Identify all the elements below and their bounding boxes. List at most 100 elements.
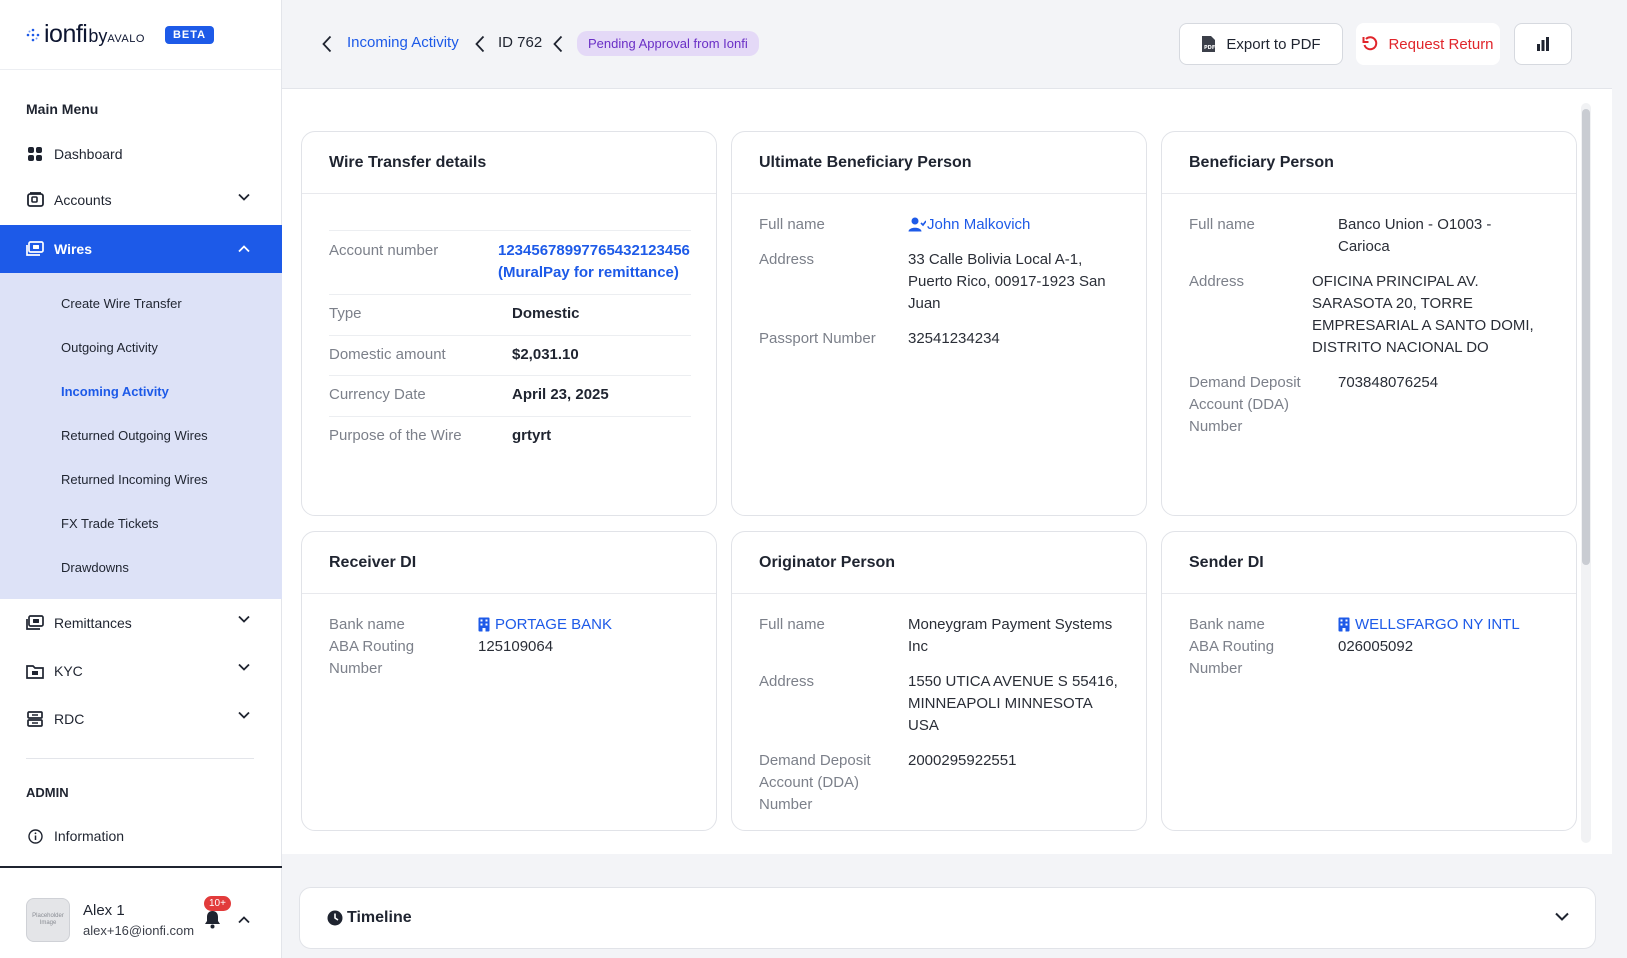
admin-title: ADMIN xyxy=(26,785,69,800)
chevron-up-icon[interactable] xyxy=(238,916,250,924)
clock-icon xyxy=(327,910,343,926)
bar-chart-icon xyxy=(1537,37,1549,51)
submenu-item-fx-trade[interactable]: FX Trade Tickets xyxy=(61,516,159,531)
inbox-icon xyxy=(26,710,44,728)
submenu-item-returned-incoming[interactable]: Returned Incoming Wires xyxy=(61,472,208,487)
aba-label-line-1: ABA Routing xyxy=(329,638,415,655)
type-value: Domestic xyxy=(512,305,580,322)
back-chevron-icon[interactable] xyxy=(322,35,332,53)
export-pdf-button[interactable]: PDF Export to PDF xyxy=(1179,23,1343,65)
sidebar-item-information[interactable]: Information xyxy=(0,814,282,858)
user-icon xyxy=(908,217,926,232)
chevron-down-icon xyxy=(238,615,250,623)
sidebar-item-accounts[interactable]: Accounts xyxy=(0,177,282,223)
scrollbar[interactable] xyxy=(1581,103,1591,843)
dda-value: 703848076254 xyxy=(1338,374,1439,391)
account-number-link[interactable]: 12345678997765432123456 xyxy=(498,240,690,262)
timeline-accordion[interactable]: Timeline xyxy=(299,887,1596,949)
wellsfargo-bank-link[interactable]: WELLSFARGO NY INTL xyxy=(1355,614,1520,636)
folder-icon xyxy=(26,662,44,680)
row-divider xyxy=(329,375,691,376)
sidebar-item-remittances[interactable]: Remittances xyxy=(0,599,282,647)
request-return-button[interactable]: Request Return xyxy=(1356,23,1500,65)
user-name: Alex 1 xyxy=(83,902,125,919)
breadcrumb-chevron-icon xyxy=(475,35,485,53)
wire-transfer-details-card: Wire Transfer details Account number 123… xyxy=(301,131,717,516)
aba-label-line-2: Number xyxy=(1189,660,1243,677)
scrollbar-thumb[interactable] xyxy=(1582,109,1590,565)
ultimate-beneficiary-card: Ultimate Beneficiary Person Full name Jo… xyxy=(731,131,1147,516)
address-line-2: SARASOTA 20, TORRE xyxy=(1312,295,1473,312)
card-title: Beneficiary Person xyxy=(1162,132,1576,194)
address-line-2: Puerto Rico, 00917-1923 San xyxy=(908,273,1106,290)
row-divider xyxy=(329,335,691,336)
sidebar-item-label: RDC xyxy=(54,711,85,727)
address-label: Address xyxy=(1189,273,1245,290)
dda-value: 2000295922551 xyxy=(908,752,1017,769)
brand-logo[interactable]: ionfi by AVALO BETA xyxy=(0,0,281,70)
dda-label-line-1: Demand Deposit xyxy=(1189,374,1301,391)
card-title: Sender DI xyxy=(1162,532,1576,594)
address-line-3: USA xyxy=(908,717,939,734)
chevron-down-icon xyxy=(238,193,250,201)
submenu-item-incoming[interactable]: Incoming Activity xyxy=(61,384,169,399)
analytics-button[interactable] xyxy=(1514,23,1572,65)
bank-building-icon xyxy=(478,617,490,632)
timeline-title: Timeline xyxy=(347,909,412,926)
info-icon xyxy=(26,827,44,845)
status-badge: Pending Approval from Ionfi xyxy=(577,31,759,56)
user-profile[interactable]: Placeholder Image Alex 1 alex+16@ionfi.c… xyxy=(0,866,282,958)
undo-icon xyxy=(1362,36,1378,51)
address-line-1: 1550 UTICA AVENUE S 55416, xyxy=(908,673,1118,690)
passport-number-value: 32541234234 xyxy=(908,330,1000,347)
brand-partner: AVALO xyxy=(107,32,145,45)
domestic-amount-label: Domestic amount xyxy=(329,346,446,363)
chevron-down-icon[interactable] xyxy=(1555,912,1569,921)
ionfi-logo-icon xyxy=(26,28,40,41)
sidebar-item-label: Wires xyxy=(54,241,93,257)
address-label: Address xyxy=(759,251,815,268)
full-name-label: Full name xyxy=(759,616,825,633)
grid-icon xyxy=(26,145,44,163)
remittance-icon xyxy=(26,614,44,632)
submenu-item-outgoing[interactable]: Outgoing Activity xyxy=(61,340,158,355)
dda-label-line-1: Demand Deposit xyxy=(759,752,871,769)
request-return-label: Request Return xyxy=(1388,35,1494,53)
sidebar-item-dashboard[interactable]: Dashboard xyxy=(0,131,282,177)
wires-submenu: Create Wire Transfer Outgoing Activity I… xyxy=(0,273,282,599)
user-email: alex+16@ionfi.com xyxy=(83,923,195,938)
aba-routing-value: 125109064 xyxy=(478,638,554,655)
breadcrumb-chevron-icon xyxy=(553,35,563,53)
card-title: Originator Person xyxy=(732,532,1146,594)
full-name-label: Full name xyxy=(1189,216,1255,233)
sidebar-item-kyc[interactable]: KYC xyxy=(0,647,282,695)
sidebar-item-wires[interactable]: Wires xyxy=(0,225,282,273)
avatar[interactable]: Placeholder Image xyxy=(26,898,70,942)
sidebar-item-label: Information xyxy=(54,828,125,844)
sidebar-item-rdc[interactable]: RDC xyxy=(0,695,282,743)
main-content: Wire Transfer details Account number 123… xyxy=(282,89,1612,958)
submenu-item-drawdowns[interactable]: Drawdowns xyxy=(61,560,129,575)
chevron-up-icon xyxy=(238,245,250,253)
wallet-icon xyxy=(26,191,44,209)
full-name-line-1: Banco Union - O1003 - xyxy=(1338,216,1492,233)
page-header: Incoming Activity ID 762 Pending Approva… xyxy=(282,0,1612,89)
portage-bank-link[interactable]: PORTAGE BANK xyxy=(495,614,612,636)
account-number-note[interactable]: (MuralPay for remittance) xyxy=(498,262,679,284)
account-number-label: Account number xyxy=(329,242,439,259)
submenu-item-create-wire[interactable]: Create Wire Transfer xyxy=(61,296,182,311)
aba-label-line-1: ABA Routing xyxy=(1189,638,1275,655)
bell-icon[interactable] xyxy=(204,910,221,929)
john-malkovich-link[interactable]: John Malkovich xyxy=(927,214,1030,236)
pdf-file-icon: PDF xyxy=(1202,36,1216,52)
breadcrumb-incoming-activity[interactable]: Incoming Activity xyxy=(347,34,459,51)
address-line-1: 33 Calle Bolivia Local A-1, xyxy=(908,251,1083,268)
beneficiary-person-card: Beneficiary Person Full name Banco Union… xyxy=(1161,131,1577,516)
submenu-item-returned-outgoing[interactable]: Returned Outgoing Wires xyxy=(61,428,208,443)
chevron-down-icon xyxy=(238,663,250,671)
notification-count-badge: 10+ xyxy=(204,896,231,911)
address-line-2: MINNEAPOLI MINNESOTA xyxy=(908,695,1093,712)
full-name-line-1: Moneygram Payment Systems xyxy=(908,616,1113,633)
full-name-label: Full name xyxy=(759,216,825,233)
row-divider xyxy=(329,416,691,417)
